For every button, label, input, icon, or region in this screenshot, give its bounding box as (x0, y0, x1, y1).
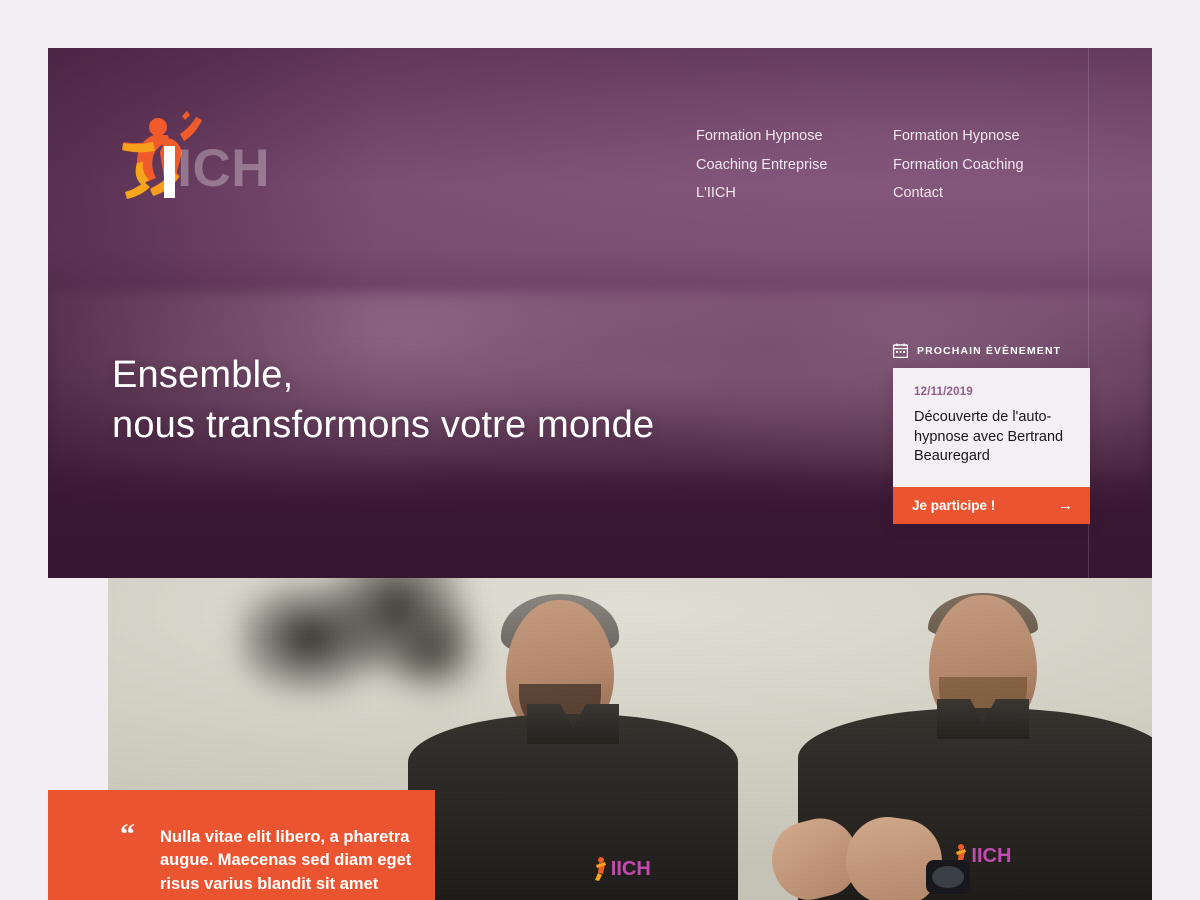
logo-accent-bar (164, 146, 175, 198)
calendar-icon (893, 343, 908, 358)
nav-item-coaching-entreprise[interactable]: Coaching Entreprise (696, 157, 827, 174)
nav-item-formation-coaching[interactable]: Formation Coaching (893, 157, 1024, 174)
event-participate-label: Je participe ! (912, 498, 996, 514)
nav-column-primary: Formation Hypnose Coaching Entreprise L'… (696, 128, 827, 202)
event-participate-button[interactable]: Je participe ! → (893, 487, 1090, 525)
arrow-right-icon: → (1058, 497, 1073, 515)
site-logo[interactable]: IICH (110, 108, 270, 206)
quote-mark-icon: “ (120, 818, 135, 851)
next-event-label: PROCHAIN ÉVÈNEMENT (893, 343, 1061, 358)
nav-item-formation-hypnose-2[interactable]: Formation Hypnose (893, 128, 1024, 145)
headline-line-1: Ensemble, (112, 354, 294, 396)
hero-headline: Ensemble, nous transformons votre monde (112, 350, 654, 450)
page-root: IICH Formation Hypnose Coaching Entrepri… (0, 0, 1200, 900)
next-event-label-text: PROCHAIN ÉVÈNEMENT (917, 344, 1062, 357)
next-event-card: 12/11/2019 Découverte de l'auto-hypnose … (893, 368, 1090, 525)
logo-wordmark: IICH (162, 139, 270, 198)
headline-line-2: nous transformons votre monde (112, 404, 655, 447)
testimonial-quote-box: “ Nulla vitae elit libero, a pharetra au… (48, 790, 435, 900)
event-date: 12/11/2019 (914, 386, 973, 398)
quote-text: Nulla vitae elit libero, a pharetra augu… (160, 828, 412, 893)
nav-column-secondary: Formation Hypnose Formation Coaching Con… (893, 128, 1024, 202)
nav-item-contact[interactable]: Contact (893, 185, 1024, 202)
event-card-body: 12/11/2019 Découverte de l'auto-hypnose … (893, 368, 1090, 487)
nav-item-formation-hypnose[interactable]: Formation Hypnose (696, 128, 827, 145)
nav-item-liich[interactable]: L'IICH (696, 185, 827, 202)
event-title: Découverte de l'auto-hypnose avec Bertra… (914, 409, 1064, 465)
